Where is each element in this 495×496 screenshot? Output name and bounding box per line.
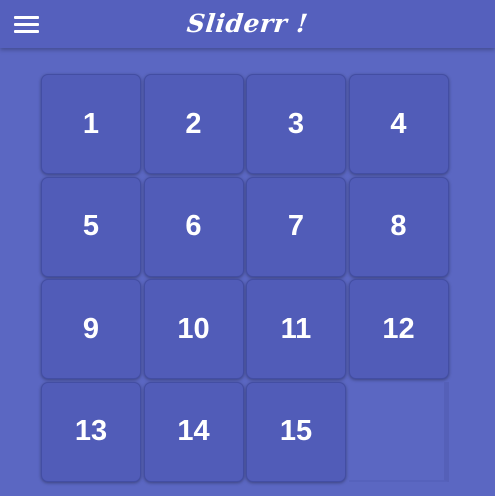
- puzzle-tile[interactable]: 2: [143, 74, 244, 174]
- puzzle-board: 1 2 3 4 5 6 7 8 9 10 11 12 13 14 15: [41, 74, 451, 484]
- puzzle-tile[interactable]: 14: [143, 381, 244, 482]
- puzzle-tile[interactable]: 6: [143, 176, 244, 277]
- empty-slot: [348, 381, 449, 482]
- puzzle-tile[interactable]: 8: [348, 176, 449, 277]
- puzzle-tile[interactable]: 5: [41, 176, 141, 277]
- puzzle-tile[interactable]: 3: [246, 74, 346, 174]
- puzzle-tile[interactable]: 4: [348, 74, 449, 174]
- puzzle-tile[interactable]: 9: [41, 279, 141, 379]
- app-title: Sliderr !: [185, 9, 310, 38]
- app-bar: Sliderr !: [0, 0, 495, 48]
- puzzle-tile[interactable]: 13: [41, 381, 141, 482]
- puzzle-tile[interactable]: 15: [246, 381, 346, 482]
- puzzle-tile[interactable]: 12: [348, 279, 449, 379]
- puzzle-tile[interactable]: 11: [246, 279, 346, 379]
- puzzle-tile[interactable]: 10: [143, 279, 244, 379]
- puzzle-tile[interactable]: 1: [41, 74, 141, 174]
- puzzle-tile[interactable]: 7: [246, 176, 346, 277]
